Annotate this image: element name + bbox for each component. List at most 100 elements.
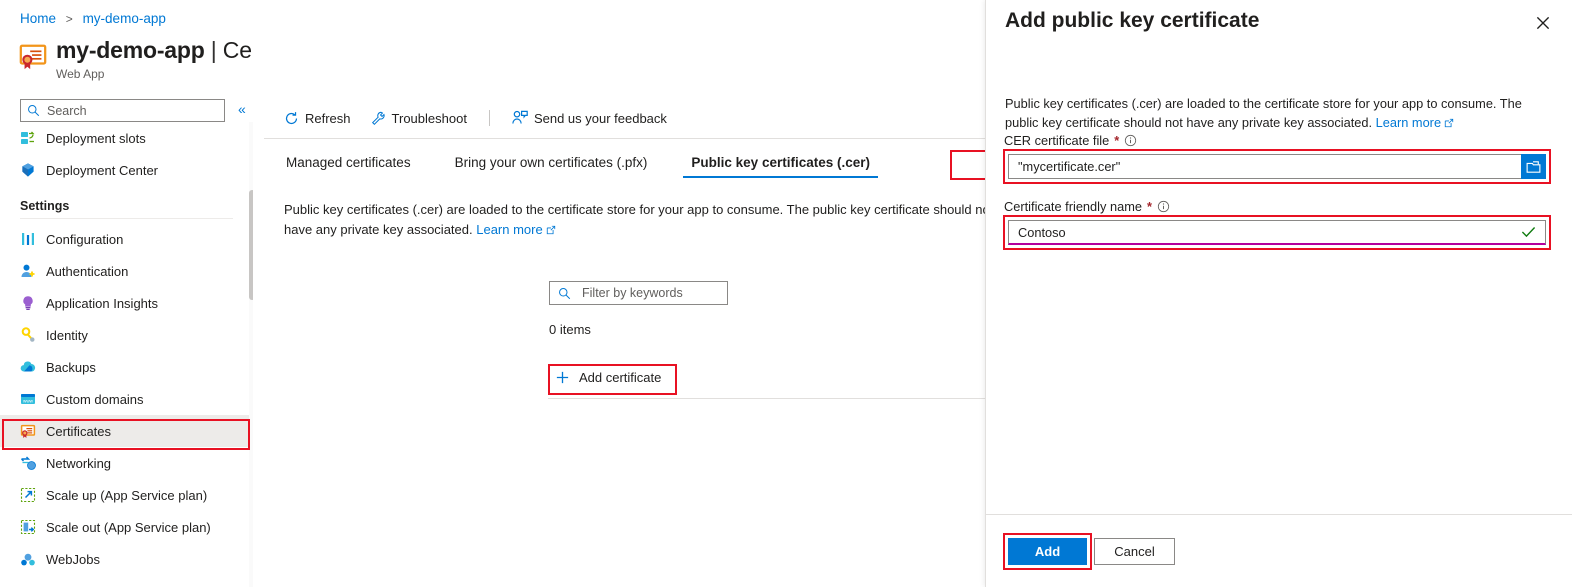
nav-items-list: Deployment slots Deployment Center Setti…	[0, 122, 253, 587]
command-label: Send us your feedback	[533, 110, 667, 126]
tab-public-key-certificates[interactable]: Public key certificates (.cer)	[683, 150, 878, 178]
sidebar-item-backups[interactable]: Backups	[0, 351, 253, 383]
sidebar-item-identity[interactable]: Identity	[0, 319, 253, 351]
sidebar-item-deployment-slots[interactable]: Deployment slots	[0, 122, 253, 154]
info-icon[interactable]	[1124, 134, 1137, 147]
friendly-name-label: Certificate friendly name *	[1004, 199, 1170, 214]
breadcrumb-separator: >	[65, 12, 73, 26]
title-text-block: my-demo-app | Certificates Web App	[56, 36, 253, 81]
cer-file-label-text: CER certificate file	[1004, 133, 1110, 148]
breadcrumb-home[interactable]: Home	[20, 11, 56, 26]
page-title-separator: |	[210, 37, 217, 63]
svg-text:www: www	[23, 398, 34, 403]
command-bar-divider	[264, 138, 985, 139]
cer-file-label: CER certificate file *	[1004, 133, 1137, 148]
refresh-button[interactable]: Refresh	[284, 111, 351, 126]
search-input[interactable]	[45, 102, 205, 119]
required-marker: *	[1146, 199, 1152, 214]
application-insights-icon	[23, 296, 33, 310]
certificate-tabs: Managed certificates Bring your own cert…	[284, 150, 912, 178]
send-feedback-button[interactable]: Send us your feedback	[512, 110, 667, 126]
filter-box[interactable]	[549, 281, 728, 305]
sidebar-item-networking[interactable]: Networking	[0, 447, 253, 479]
sidebar-item-label: Networking	[46, 455, 112, 471]
identity-key-icon	[21, 327, 35, 342]
command-label: Refresh	[305, 110, 351, 126]
items-count: 0 items	[549, 322, 591, 337]
sidebar-item-label: Certificates	[46, 423, 112, 439]
authentication-icon	[21, 264, 35, 277]
command-label: Troubleshoot	[391, 110, 467, 126]
left-navigation-pane: Home > my-demo-app my-demo-app | Certifi…	[0, 0, 253, 587]
cer-file-value: "mycertificate.cer"	[1018, 159, 1121, 174]
friendly-name-input[interactable]: Contoso	[1008, 220, 1546, 245]
sidebar-item-label: Backups	[46, 359, 96, 375]
scale-out-icon	[20, 519, 36, 535]
add-certificate-divider	[548, 398, 985, 399]
required-marker: *	[1114, 133, 1120, 148]
main-content-area: Refresh Troubleshoot Send us your feedba…	[264, 0, 985, 587]
cancel-button[interactable]: Cancel	[1094, 538, 1175, 565]
info-icon[interactable]	[1157, 200, 1170, 213]
sidebar-item-custom-domains[interactable]: www Custom domains	[0, 383, 253, 415]
certificate-icon	[19, 44, 47, 70]
sidebar-divider	[20, 218, 233, 219]
breadcrumb-current[interactable]: my-demo-app	[83, 11, 166, 26]
sidebar-item-scale-out[interactable]: Scale out (App Service plan)	[0, 511, 253, 543]
search-icon	[28, 105, 40, 117]
sidebar-item-label: Application Insights	[46, 295, 159, 311]
page-title-section: Certificates	[222, 37, 253, 63]
panel-learn-more-link[interactable]: Learn more	[1376, 115, 1441, 130]
sidebar-item-label: Scale out (App Service plan)	[46, 519, 211, 535]
sidebar-item-application-insights[interactable]: Application Insights	[0, 287, 253, 319]
external-link-icon	[546, 225, 555, 235]
browse-file-button[interactable]	[1521, 154, 1546, 179]
sidebar-item-configuration[interactable]: Configuration	[0, 223, 253, 255]
sidebar-item-scale-up[interactable]: Scale up (App Service plan)	[0, 479, 253, 511]
sidebar-item-label: Deployment slots	[46, 130, 146, 146]
search-icon	[559, 287, 571, 299]
sidebar-item-label: Configuration	[46, 231, 124, 247]
plus-icon	[556, 371, 569, 384]
panel-description: Public key certificates (.cer) are loade…	[1005, 94, 1540, 132]
sidebar-search	[20, 99, 225, 122]
sidebar-item-label: Custom domains	[46, 391, 144, 407]
certificate-icon	[20, 424, 36, 438]
search-box[interactable]	[20, 99, 225, 122]
close-icon[interactable]	[1534, 14, 1554, 34]
tab-bring-your-own-certificates[interactable]: Bring your own certificates (.pfx)	[453, 150, 650, 178]
command-bar: Refresh Troubleshoot Send us your feedba…	[284, 110, 687, 126]
learn-more-link[interactable]: Learn more	[476, 222, 542, 237]
checkmark-icon	[1521, 227, 1536, 238]
sidebar-item-label: Identity	[46, 327, 88, 343]
sidebar-item-deployment-center[interactable]: Deployment Center	[0, 154, 253, 186]
page-subtitle: Web App	[56, 67, 105, 81]
folder-open-icon	[1526, 160, 1541, 173]
networking-icon	[21, 456, 36, 470]
tab-managed-certificates[interactable]: Managed certificates	[284, 150, 413, 178]
breadcrumb: Home > my-demo-app	[20, 11, 166, 26]
scale-up-icon	[20, 487, 36, 503]
feedback-person-icon	[512, 110, 528, 124]
chevron-double-left-icon[interactable]: «	[238, 101, 246, 117]
page-title: my-demo-app | Certificates	[56, 36, 253, 64]
troubleshoot-button[interactable]: Troubleshoot	[371, 111, 467, 126]
refresh-icon	[285, 111, 298, 124]
sidebar-item-label: WebJobs	[46, 551, 100, 567]
webjobs-icon	[21, 553, 35, 566]
friendly-name-value: Contoso	[1018, 224, 1066, 240]
custom-domains-icon: www	[21, 394, 35, 404]
sidebar-item-label: Deployment Center	[46, 162, 158, 178]
sidebar-item-label: Authentication	[46, 263, 129, 279]
sidebar-group-settings: Settings	[20, 199, 70, 213]
sidebar-scrollbar-thumb[interactable]	[249, 190, 253, 300]
panel-footer-divider	[986, 514, 1572, 515]
add-certificate-button[interactable]: Add certificate	[555, 370, 661, 385]
sidebar-item-webjobs[interactable]: WebJobs	[0, 543, 253, 575]
sidebar-item-certificates[interactable]: Certificates	[0, 415, 253, 447]
add-button[interactable]: Add	[1008, 538, 1087, 565]
filter-input[interactable]	[580, 285, 710, 301]
sidebar-item-authentication[interactable]: Authentication	[0, 255, 253, 287]
panel-title: Add public key certificate	[1005, 9, 1260, 32]
cer-file-input[interactable]: "mycertificate.cer"	[1008, 154, 1533, 179]
